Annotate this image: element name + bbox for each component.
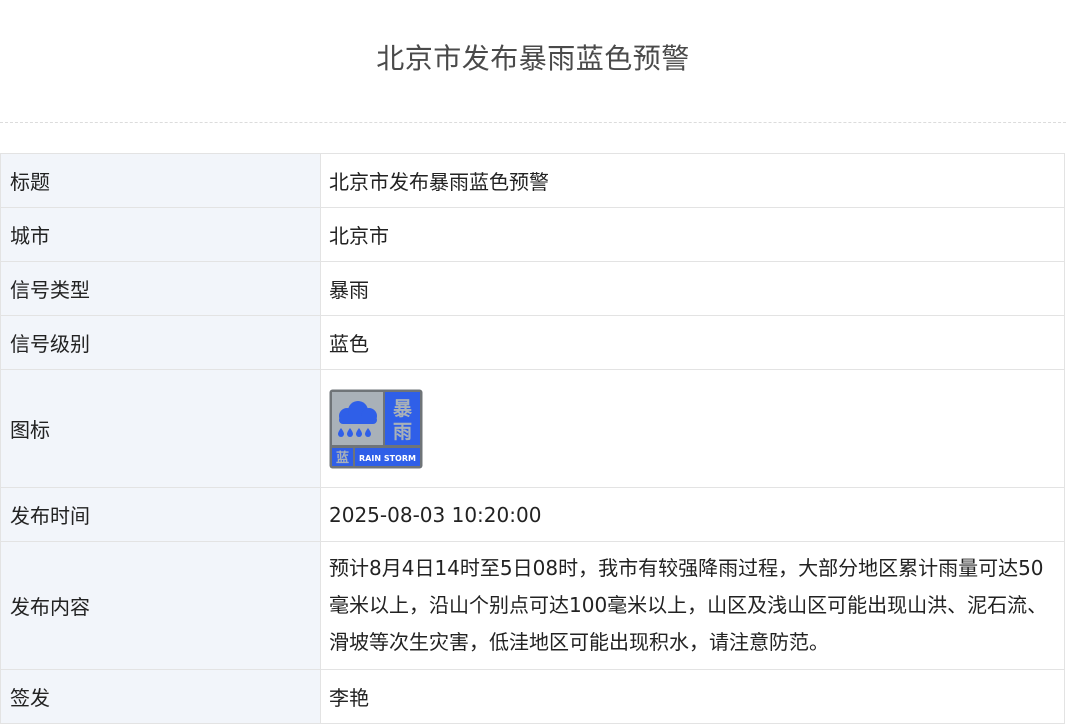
row-label: 标题 (0, 153, 321, 208)
icon-title-bottom: 雨 (393, 421, 412, 443)
row-value: 北京市发布暴雨蓝色预警 (320, 153, 1065, 208)
table-row-publish-time: 发布时间 2025-08-03 10:20:00 (0, 487, 1065, 542)
table-row-city: 城市 北京市 (0, 207, 1065, 262)
row-value-icon: 暴 雨 蓝 RAIN STORM (320, 369, 1065, 488)
table-row-signal-level: 信号级别 蓝色 (0, 315, 1065, 370)
warning-info-table: 标题 北京市发布暴雨蓝色预警 城市 北京市 信号类型 暴雨 信号级别 蓝色 图标 (0, 153, 1065, 724)
row-label: 发布内容 (0, 541, 321, 670)
icon-title-top: 暴 (393, 398, 413, 420)
row-label: 发布时间 (0, 487, 321, 542)
rainstorm-blue-warning-icon: 暴 雨 蓝 RAIN STORM (329, 389, 423, 468)
icon-english-label: RAIN STORM (359, 454, 416, 463)
row-value: 暴雨 (320, 261, 1065, 316)
row-label: 信号级别 (0, 315, 321, 370)
table-row-title: 标题 北京市发布暴雨蓝色预警 (0, 153, 1065, 208)
table-row-signer: 签发 李艳 (0, 669, 1065, 724)
page-title: 北京市发布暴雨蓝色预警 (376, 42, 690, 75)
row-value: 李艳 (320, 669, 1065, 724)
page-header: 北京市发布暴雨蓝色预警 (0, 0, 1066, 123)
row-value: 蓝色 (320, 315, 1065, 370)
row-value: 2025-08-03 10:20:00 (320, 487, 1065, 542)
row-label: 信号类型 (0, 261, 321, 316)
row-label: 图标 (0, 369, 321, 488)
icon-level-char: 蓝 (336, 450, 349, 466)
row-label: 城市 (0, 207, 321, 262)
row-label: 签发 (0, 669, 321, 724)
row-value: 预计8月4日14时至5日08时，我市有较强降雨过程，大部分地区累计雨量可达50毫… (320, 541, 1065, 670)
table-row-icon: 图标 暴 雨 蓝 RAIN STORM (0, 369, 1065, 488)
table-row-signal-type: 信号类型 暴雨 (0, 261, 1065, 316)
row-value: 北京市 (320, 207, 1065, 262)
table-row-publish-content: 发布内容 预计8月4日14时至5日08时，我市有较强降雨过程，大部分地区累计雨量… (0, 541, 1065, 670)
